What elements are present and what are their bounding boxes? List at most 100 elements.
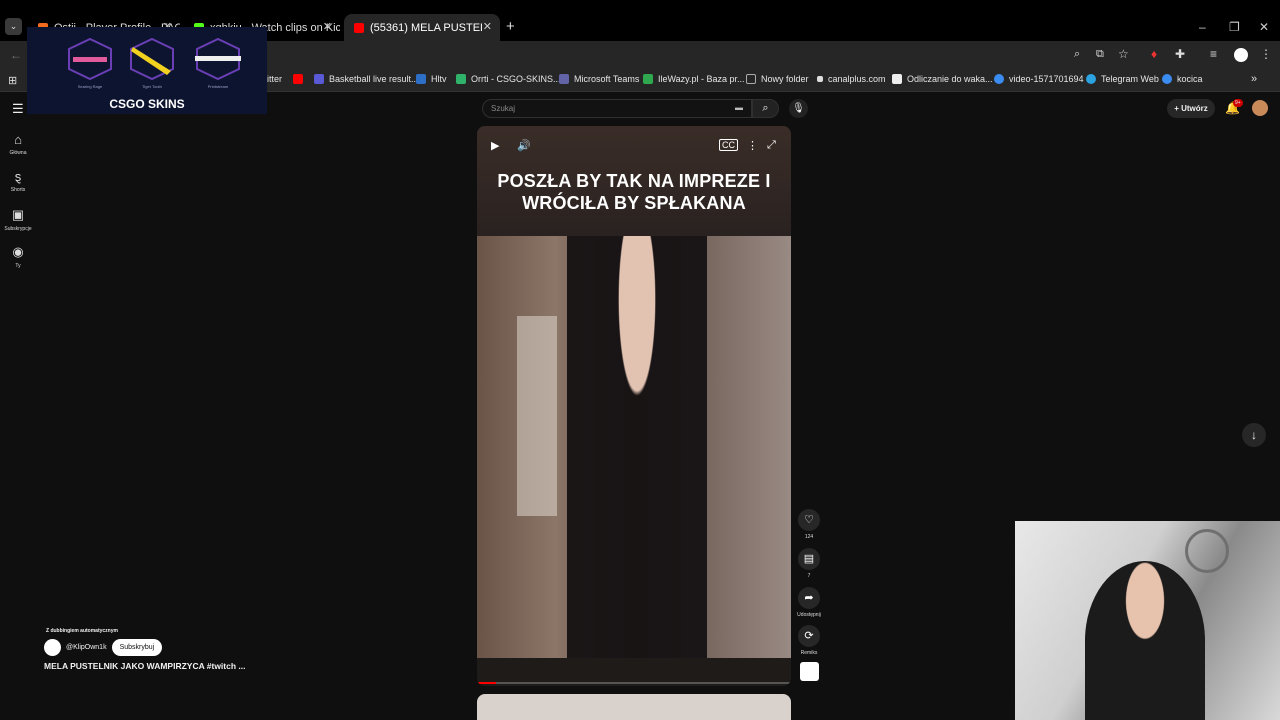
awp-skin-icon — [195, 37, 241, 81]
apps-grid-icon[interactable]: ⊞ — [8, 74, 17, 87]
bookmark-hltv[interactable]: Hltv — [416, 74, 447, 84]
captions-icon[interactable]: CC — [719, 139, 738, 151]
keyboard-icon[interactable]: ▬ — [735, 103, 743, 112]
like-count: 124 — [804, 534, 814, 540]
folder-icon — [746, 74, 756, 84]
arrow-down-icon: ↓ — [1251, 428, 1257, 442]
short-info: Z dubbingiem automatycznym @KlipOwn1k Su… — [44, 628, 246, 671]
next-short-button[interactable]: ↓ — [1242, 423, 1266, 447]
maximize-icon[interactable]: ❐ — [1229, 20, 1240, 34]
skin-name: Printstream — [207, 84, 229, 89]
bookmark-telegram[interactable]: Telegram Web — [1086, 74, 1159, 84]
bookmark-icon — [817, 76, 823, 82]
bookmark-youtube[interactable] — [293, 74, 308, 84]
bookmark-ilewazy[interactable]: IleWazy.pl - Baza pr... — [643, 74, 745, 84]
like-icon[interactable]: ♡ — [798, 509, 820, 531]
like-action[interactable]: ♡ 124 — [798, 509, 820, 540]
bookmark-basketball[interactable]: Basketball live result... — [314, 74, 419, 84]
create-button[interactable]: + Utwórz — [1167, 99, 1215, 118]
skin-name: Tiger Tooth — [142, 84, 162, 89]
minimize-icon[interactable]: – — [1199, 20, 1206, 34]
tab-search-button[interactable]: ⌄ — [5, 18, 22, 35]
avatar[interactable] — [44, 639, 61, 656]
volume-icon[interactable]: 🔊 — [517, 139, 531, 152]
bookmark-teams[interactable]: Microsoft Teams — [559, 74, 639, 84]
channel-name[interactable]: @KlipOwn1k — [66, 644, 107, 651]
video-caption-text: POSZŁA BY TAK NA IMPREZE I WRÓCIŁA BY SP… — [497, 171, 771, 213]
subscribe-button[interactable]: Subskrybuj — [111, 639, 163, 656]
sidebar-item-subscriptions[interactable]: ▣ Subskrypcje — [0, 207, 36, 232]
close-tab-icon[interactable]: ✕ — [323, 20, 332, 33]
bookmarks-overflow-icon[interactable]: » — [1251, 73, 1257, 85]
streamer-figure — [1085, 561, 1205, 720]
sidebar-item-label: Subskrypcje — [4, 226, 32, 232]
search-icon: ⌕ — [762, 102, 769, 114]
hamburger-menu-icon[interactable]: ☰ — [12, 101, 24, 117]
sidebar-item-you[interactable]: ◉ Ty — [0, 244, 36, 269]
close-window-icon[interactable]: ✕ — [1259, 20, 1269, 34]
video-frame — [477, 236, 791, 658]
bookmark-icon — [456, 74, 466, 84]
more-options-icon[interactable]: ⋮ — [747, 139, 758, 152]
bookmark-star-icon[interactable]: ☆ — [1118, 47, 1129, 61]
bookmark-csgoskins[interactable]: Orrti - CSGO-SKINS.... — [456, 74, 563, 84]
bookmark-label: Odliczanie do waka... — [907, 74, 993, 84]
comments-action[interactable]: ▤ 7 — [798, 548, 820, 579]
extensions-icon[interactable]: ✚ — [1175, 47, 1185, 61]
bookmark-kocica[interactable]: kocica — [1162, 74, 1203, 84]
bookmark-twitter[interactable]: itter — [267, 74, 282, 84]
video-progress-bar[interactable] — [477, 682, 791, 684]
shorts-player[interactable]: ▶ 🔊 CC ⋮ ⤢ POSZŁA BY TAK NA IMPREZE I WR… — [477, 126, 791, 686]
comment-icon[interactable]: ▤ — [798, 548, 820, 570]
profile-avatar-icon[interactable] — [1234, 48, 1248, 62]
sidebar-item-label: Główna — [9, 150, 27, 156]
tab-youtube-active[interactable]: (55361) MELA PUSTELNIK JAKO ✕ — [344, 14, 500, 41]
next-short-preview[interactable] — [477, 694, 791, 720]
sidebar-item-label: Ty — [15, 263, 21, 269]
play-icon[interactable]: ▶ — [491, 139, 499, 152]
sidebar-item-shorts[interactable]: ȿ Shorts — [0, 169, 36, 193]
sidebar-item-label: Shorts — [10, 187, 26, 193]
bookmark-folder[interactable]: Nowy folder — [746, 74, 809, 84]
share-icon[interactable]: ➦ — [798, 587, 820, 609]
voice-search-button[interactable]: 🎙 — [789, 99, 808, 118]
browser-menu-icon[interactable]: ⋮ — [1260, 47, 1272, 61]
bookmark-label: kocica — [1177, 74, 1203, 84]
install-app-icon[interactable]: ⧉ — [1096, 48, 1104, 61]
ak47-skin-icon — [68, 37, 112, 81]
tab-title: (55361) MELA PUSTELNIK JAKO — [370, 21, 482, 34]
progress-fill — [477, 682, 496, 684]
search-button[interactable]: ⌕ — [752, 99, 779, 118]
bookmark-label: canalplus.com — [828, 74, 886, 84]
subscriptions-icon: ▣ — [11, 207, 25, 222]
video-shelf — [517, 316, 557, 516]
avatar[interactable] — [1252, 100, 1268, 116]
sidebar-item-home[interactable]: ⌂ Główna — [0, 132, 36, 156]
bookmark-odliczanie[interactable]: Odliczanie do waka... — [892, 74, 993, 84]
new-tab-button[interactable]: + — [506, 18, 515, 35]
extension-red-icon[interactable]: ♦ — [1151, 47, 1157, 61]
bookmark-icon — [416, 74, 426, 84]
zoom-icon[interactable]: ⌕ — [1074, 48, 1080, 61]
bookmark-icon — [643, 74, 653, 84]
remix-action[interactable]: ⟳ Remiks — [798, 625, 820, 656]
back-icon[interactable]: ← — [10, 48, 22, 62]
bookmark-canalplus[interactable]: canalplus.com — [817, 74, 886, 84]
remix-icon[interactable]: ⟳ — [798, 625, 820, 647]
bookmark-video[interactable]: video-1571701694 — [994, 74, 1084, 84]
fullscreen-icon[interactable]: ⤢ — [767, 139, 776, 152]
search-input[interactable]: Szukaj ▬ — [482, 99, 752, 118]
youtube-favicon-icon — [354, 22, 364, 33]
csgo-skins-logo: CSGO SKINS — [109, 97, 185, 111]
skin-searing-rage: Searing Rage — [65, 37, 115, 89]
share-action[interactable]: ➦ Udostępnij — [797, 587, 821, 618]
notifications-badge: 9+ — [1233, 99, 1243, 107]
short-title[interactable]: MELA PUSTELNIK JAKO WAMPIRZYCA #twitch .… — [44, 661, 246, 671]
sound-thumbnail[interactable] — [800, 662, 819, 681]
close-tab-icon[interactable]: ✕ — [483, 20, 492, 33]
bookmark-label: Hltv — [431, 74, 447, 84]
csgo-skins-overlay: Searing Rage Tiger Tooth Printstream CSG… — [27, 27, 267, 114]
media-control-icon[interactable]: ≡ — [1210, 47, 1217, 61]
microphone-icon: 🎙 — [792, 103, 805, 114]
home-icon: ⌂ — [14, 132, 22, 147]
